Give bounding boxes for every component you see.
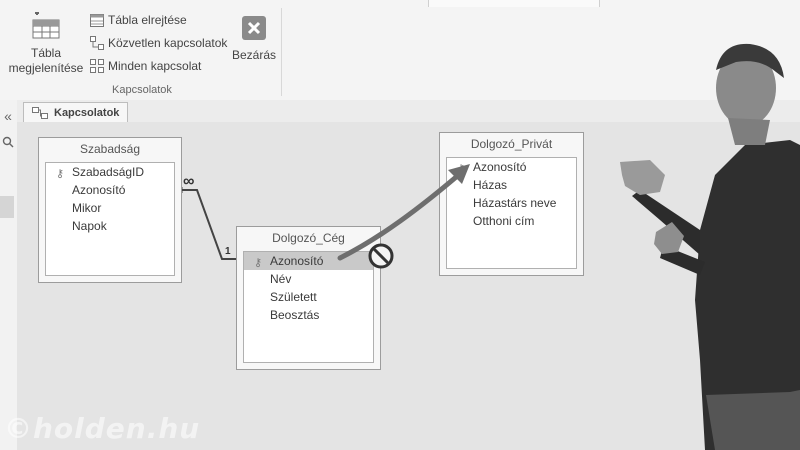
field-row[interactable]: Beosztás (244, 306, 373, 324)
field-row-selected[interactable]: ⚷ Azonosító (244, 252, 373, 270)
all-relations-icon (90, 59, 104, 73)
many-side-marker: ∞ (183, 173, 195, 190)
collapse-pane-button[interactable]: « (1, 108, 15, 124)
all-relations-label: Minden kapcsolat (108, 59, 202, 73)
hide-table-button[interactable]: Tábla elrejtése (90, 13, 187, 27)
field-row[interactable]: Született (244, 288, 373, 306)
tab-relationships[interactable]: Kapcsolatok (23, 102, 129, 123)
relationships-icon (32, 107, 48, 119)
ribbon-separator (281, 8, 282, 96)
table-title: Dolgozó_Privát (470, 137, 553, 151)
ribbon-group-label: Kapcsolatok (112, 84, 172, 96)
all-relations-button[interactable]: Minden kapcsolat (90, 59, 201, 73)
field-row[interactable]: Házastárs neve (447, 194, 576, 212)
field-name: Azonosító (473, 160, 527, 174)
navigation-pane: « (0, 100, 18, 450)
field-row[interactable]: Otthoni cím (447, 212, 576, 230)
close-button[interactable]: Bezárás (232, 16, 276, 62)
field-row[interactable]: Házas (447, 176, 576, 194)
field-row[interactable]: ⚷ SzabadságID (46, 163, 174, 181)
ribbon-tab-strip (428, 0, 600, 7)
field-name: SzabadságID (72, 165, 145, 179)
field-row[interactable]: Napok (46, 217, 174, 235)
field-name: Született (270, 290, 317, 304)
nav-item[interactable] (0, 196, 14, 218)
field-list: ⚷ SzabadságID Azonosító Mikor Napok (45, 162, 175, 276)
ribbon: Tábla megjelenítése Tábla elrejtése Közv… (0, 0, 800, 101)
field-row[interactable]: Név (244, 270, 373, 288)
tab-label: Kapcsolatok (54, 107, 120, 119)
field-row[interactable]: ⚷ Azonosító (447, 158, 576, 176)
close-icon (242, 16, 266, 40)
show-table-button[interactable]: Tábla megjelenítése (6, 12, 86, 76)
document-tab-strip: Kapcsolatok (17, 100, 800, 123)
field-name: Napok (72, 219, 107, 233)
hide-table-label: Tábla elrejtése (108, 13, 187, 27)
field-name: Azonosító (72, 183, 126, 197)
field-row[interactable]: Azonosító (46, 181, 174, 199)
show-table-label: Tábla megjelenítése (8, 46, 84, 75)
table-add-icon (32, 12, 60, 39)
one-side-marker: 1 (225, 246, 231, 257)
direct-relations-icon (90, 36, 104, 50)
no-drop-cursor-icon (368, 243, 394, 269)
table-title: Szabadság (79, 142, 141, 156)
field-name: Házastárs neve (473, 196, 557, 210)
field-row[interactable]: Mikor (46, 199, 174, 217)
field-name: Beosztás (270, 308, 320, 322)
search-icon[interactable] (2, 136, 14, 148)
table-title: Dolgozó_Cég (272, 231, 345, 245)
direct-relations-label: Közvetlen kapcsolatok (108, 36, 228, 50)
field-list: ⚷ Azonosító Házas Házastárs neve Otthoni … (446, 157, 577, 269)
field-list: ⚷ Azonosító Név Született Beosztás (243, 251, 374, 363)
watermark-text: ©holden.hu (4, 412, 201, 445)
field-name: Otthoni cím (473, 214, 535, 228)
field-name: Azonosító (270, 254, 324, 268)
direct-relations-button[interactable]: Közvetlen kapcsolatok (90, 36, 227, 50)
field-name: Mikor (72, 201, 102, 215)
table-dolgozo-privat[interactable]: Dolgozó_Privát ⚷ Azonosító Házas Házastár… (439, 132, 584, 276)
close-label: Bezárás (232, 48, 277, 62)
table-szabadsag[interactable]: Szabadság ⚷ SzabadságID Azonosító Mikor N… (38, 137, 182, 283)
table-dolgozo-ceg[interactable]: Dolgozó_Cég ⚷ Azonosító Név Született Beo… (236, 226, 381, 370)
field-name: Házas (473, 178, 508, 192)
hide-table-icon (90, 13, 104, 27)
field-name: Név (270, 272, 292, 286)
